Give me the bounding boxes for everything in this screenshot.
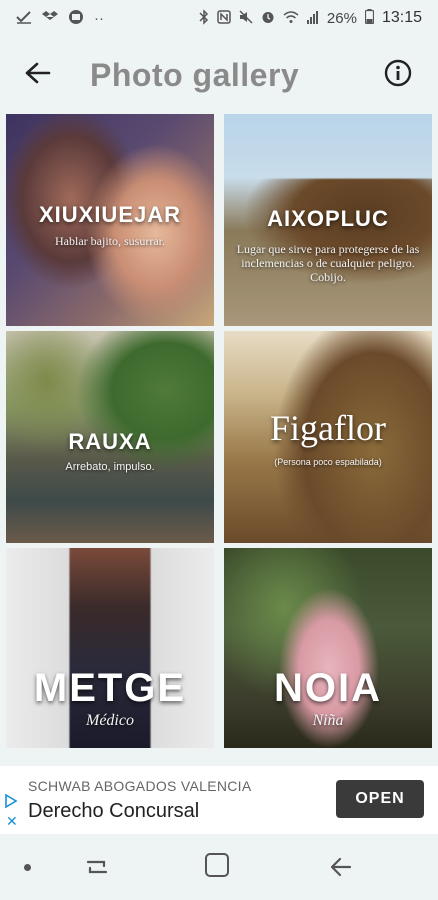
battery-percent: 26% [326, 9, 357, 27]
nfc-icon [217, 9, 231, 27]
home-icon[interactable] [205, 853, 229, 877]
dropbox-icon [42, 10, 58, 27]
tile-definition: Médico [86, 712, 134, 729]
tv-icon [68, 9, 84, 28]
battery-icon [364, 9, 375, 27]
more-dots-icon: ·· [94, 9, 104, 27]
gallery-tile[interactable]: XIUXIUEJAR Hablar bajito, susurrar. [6, 114, 214, 326]
tile-definition: Lugar que sirve para protegerse de las i… [236, 242, 420, 284]
wifi-icon [283, 10, 299, 27]
ad-sponsor: SCHWAB ABOGADOS VALENCIA [28, 778, 252, 794]
gallery-tile[interactable]: RAUXA Arrebato, impulso. [6, 331, 214, 543]
ad-title: Derecho Concursal [28, 800, 200, 822]
info-icon [384, 59, 412, 92]
app-bar: Photo gallery [0, 36, 438, 114]
gallery-tile[interactable]: NOIA Niña [224, 548, 432, 748]
recent-apps-icon[interactable] [84, 854, 110, 880]
tile-word: METGE [33, 666, 187, 710]
tile-definition: Hablar bajito, susurrar. [55, 234, 165, 248]
ad-banner[interactable]: ✕ SCHWAB ABOGADOS VALENCIA Derecho Concu… [0, 766, 438, 834]
gallery-tile[interactable]: AIXOPLUC Lugar que sirve para protegerse… [224, 114, 432, 326]
back-icon[interactable] [328, 854, 354, 880]
signal-icon [306, 10, 319, 27]
info-button[interactable] [372, 49, 424, 101]
nav-dot-icon[interactable] [24, 864, 31, 871]
gallery-tile[interactable]: METGE Médico [6, 548, 214, 748]
tile-word: XIUXIUEJAR [38, 202, 182, 227]
status-right: 26% 13:15 [199, 8, 422, 28]
ad-play-icon[interactable] [4, 793, 18, 813]
close-icon[interactable]: ✕ [6, 814, 18, 828]
mute-icon [239, 9, 253, 27]
page-title: Photo gallery [90, 56, 300, 93]
tile-word: Figaflor [270, 408, 386, 448]
bluetooth-icon [199, 8, 209, 28]
status-bar: ·· 26% 13:15 [0, 0, 438, 36]
system-nav-bar [0, 834, 438, 900]
check-icon [16, 10, 32, 27]
clock: 13:15 [381, 9, 422, 26]
tile-definition: (Persona poco espabilada) [274, 457, 382, 467]
alarm-icon [261, 10, 275, 27]
ad-open-button[interactable]: OPEN [336, 780, 424, 818]
tile-word: AIXOPLUC [267, 206, 389, 231]
tile-definition: Arrebato, impulso. [65, 461, 155, 473]
tile-word: NOIA [274, 666, 382, 710]
arrow-left-icon [25, 62, 51, 89]
tile-word: RAUXA [68, 429, 152, 454]
photo-grid: XIUXIUEJAR Hablar bajito, susurrar. AIXO… [6, 114, 432, 748]
tile-definition: Niña [312, 712, 344, 729]
back-button[interactable] [12, 49, 64, 101]
status-left: ·· [16, 9, 104, 28]
gallery-tile[interactable]: Figaflor (Persona poco espabilada) [224, 331, 432, 543]
